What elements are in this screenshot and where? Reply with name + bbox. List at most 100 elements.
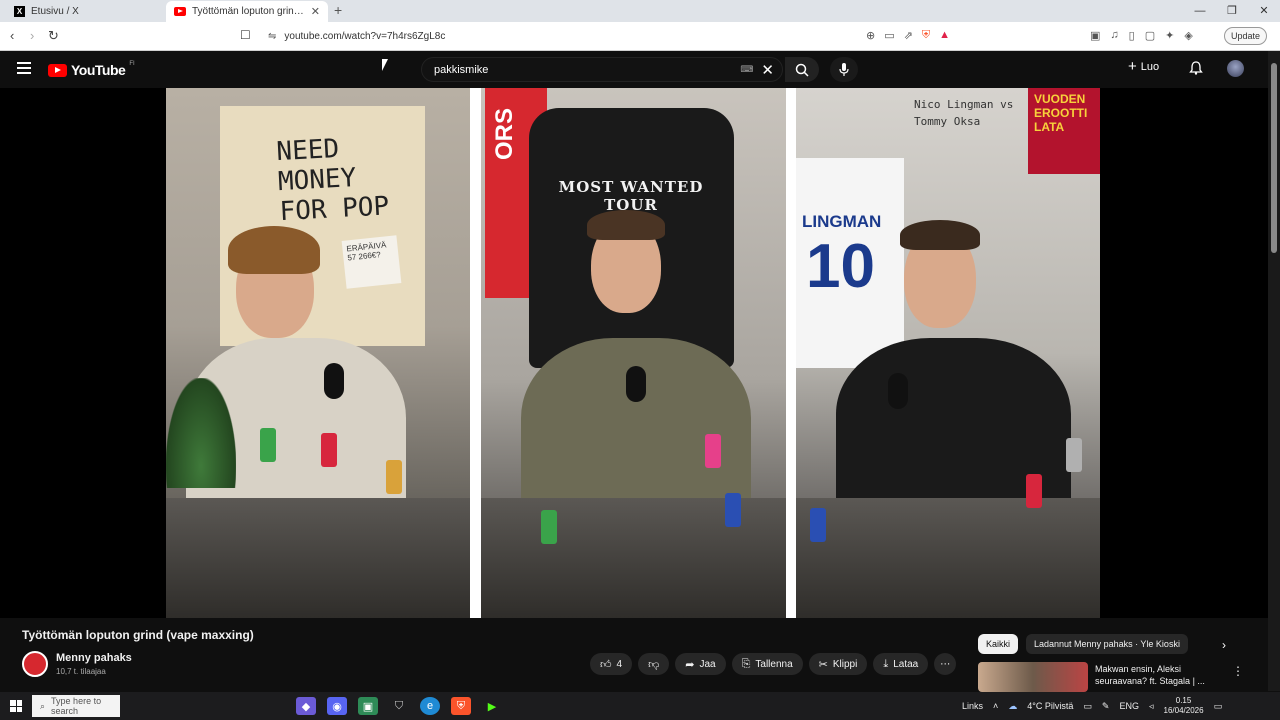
pen-icon[interactable]: ✎ — [1102, 701, 1110, 712]
page-scrollbar[interactable] — [1268, 51, 1280, 691]
close-window-icon[interactable]: ✕ — [1248, 0, 1280, 22]
search-button[interactable] — [785, 57, 819, 82]
video-title: Työttömän loputon grind (vape maxxing) — [22, 628, 254, 642]
like-button[interactable]: 👍︎ 4 — [590, 653, 633, 675]
address-bar-row: ‹ › ↻ ☐ ⇋ youtube.com/watch?v=7h4rs6ZgL8… — [0, 22, 1280, 51]
update-button[interactable]: Update — [1224, 27, 1268, 45]
clock[interactable]: 0.15 16/04/2026 — [1164, 696, 1204, 716]
banner-text: ORS — [491, 108, 518, 161]
energy-can — [1026, 474, 1042, 508]
channel-avatar[interactable] — [22, 651, 48, 677]
download-label: Lataa — [893, 658, 919, 670]
dislike-button[interactable]: 👎︎ — [638, 653, 670, 675]
recommendation-title[interactable]: Makwan ensin, Aleksi seuraavana? ft. Sta… — [1095, 663, 1215, 687]
network-icon[interactable]: ▭ — [1083, 701, 1092, 712]
download-button[interactable]: ⤓ Lataa — [873, 653, 929, 675]
wallet-icon[interactable]: ▢ — [1145, 29, 1155, 42]
video-player[interactable]: NEED MONEY FOR POP ERÄPÄIVÄ 57 266€? ORS… — [0, 88, 1268, 618]
save-label: Tallenna — [755, 658, 793, 670]
thumbs-up-icon: 👍︎ — [600, 658, 612, 671]
brave-rewards-icon[interactable]: ▲ — [939, 29, 950, 42]
table — [166, 498, 470, 618]
menu-icon[interactable] — [17, 62, 31, 74]
create-label: Luo — [1140, 61, 1160, 73]
podcast-mic — [626, 366, 646, 402]
vpn-icon[interactable]: ◈ — [1184, 29, 1192, 42]
window-controls: — ❐ ✕ — [1184, 0, 1280, 22]
energy-can — [260, 428, 276, 462]
pinned-apps: ◆ ◉ ▣ ⛉ e ⛨ ▶ — [296, 697, 502, 715]
kick-icon[interactable]: ▶ — [482, 697, 502, 715]
voice-search-button[interactable] — [830, 57, 858, 82]
share-button[interactable]: ➦ Jaa — [675, 653, 726, 675]
recommendation-menu-icon[interactable]: ⋮ — [1232, 664, 1244, 678]
reader-icon[interactable]: ▣ — [1090, 29, 1100, 42]
keyboard-icon[interactable]: ⌨ — [740, 64, 753, 75]
account-avatar[interactable] — [1227, 60, 1244, 77]
youtube-logo[interactable]: YouTube FI — [48, 61, 135, 78]
save-button[interactable]: ⎘ Tallenna — [731, 653, 803, 675]
translate-icon[interactable]: ⊕ — [866, 29, 875, 42]
recommendation-thumbnail[interactable] — [978, 662, 1088, 692]
windows-start-icon[interactable] — [10, 700, 22, 712]
minimize-icon[interactable]: — — [1184, 0, 1216, 22]
app-icon[interactable]: ▣ — [358, 697, 378, 715]
app-icon[interactable]: ◆ — [296, 697, 316, 715]
brave-icon[interactable]: ⛨ — [451, 697, 471, 715]
links-label[interactable]: Links — [962, 701, 983, 711]
notifications-center-icon[interactable]: ▭ — [1214, 701, 1223, 712]
filter-chips: Kaikki Ladannut Menny pahaks · Yle Kiosk… — [978, 634, 1188, 654]
share-icon[interactable]: ⇗ — [904, 29, 913, 42]
promo-poster: VUODEN EROOTTI LATA — [1028, 88, 1100, 174]
tab-label: Etusivu / X — [31, 6, 79, 17]
video-info: Työttömän loputon grind (vape maxxing) M… — [0, 618, 1268, 692]
taskbar-search-placeholder: Type here to search — [51, 696, 102, 716]
download-icon: ⤓ — [883, 657, 889, 670]
new-tab-button[interactable]: + — [334, 2, 342, 18]
cast-icon[interactable]: ▭ — [884, 29, 894, 42]
music-icon[interactable]: ♫ — [1110, 29, 1118, 42]
site-info-icon[interactable]: ⇋ — [268, 31, 276, 42]
create-button[interactable]: + Luo — [1128, 59, 1160, 74]
volume-icon[interactable]: ◃ — [1149, 701, 1154, 712]
chip-uploaded-by[interactable]: Ladannut Menny pahaks · Yle Kioski — [1026, 634, 1188, 654]
notifications-icon[interactable] — [1189, 61, 1203, 75]
video-actions: 👍︎ 4 👎︎ ➦ Jaa ⎘ Tallenna ✂ Klippi ⤓ Lataa ⋯ — [590, 653, 957, 675]
share-label: Jaa — [699, 658, 716, 670]
brave-shields-icon[interactable]: ⛨ — [922, 29, 930, 42]
forward-icon[interactable]: › — [30, 28, 34, 43]
app-icon[interactable]: ⛉ — [389, 697, 409, 715]
clear-search-icon[interactable]: ✕ — [761, 61, 774, 79]
browser-tab-bar: X Etusivu / X Työttömän loputon grind (v… — [0, 0, 1280, 22]
taskbar-search[interactable]: ⌕ Type here to search — [32, 695, 120, 717]
thumbs-down-icon: 👎︎ — [648, 658, 660, 671]
system-tray: Links ˄ ☁ 4°C Pilvistä ▭ ✎ ENG ◃ 0.15 16… — [962, 692, 1222, 720]
clock-time: 0.15 — [1175, 696, 1192, 705]
discord-icon[interactable]: ◉ — [327, 697, 347, 715]
more-actions-button[interactable]: ⋯ — [934, 653, 957, 675]
edge-icon[interactable]: e — [420, 697, 440, 715]
bookmark-icon[interactable]: ☐ — [240, 28, 251, 42]
reload-icon[interactable]: ↻ — [48, 28, 59, 44]
person-hair — [587, 210, 665, 240]
weather-text[interactable]: 4°C Pilvistä — [1027, 701, 1073, 711]
close-tab-icon[interactable]: ✕ — [311, 5, 320, 18]
leo-icon[interactable]: ✦ — [1165, 29, 1174, 42]
url-field[interactable]: ⇋ youtube.com/watch?v=7h4rs6ZgL8c — [258, 26, 858, 47]
scrollbar-thumb[interactable] — [1271, 63, 1277, 253]
chevron-right-icon[interactable]: › — [1222, 638, 1226, 652]
clip-button[interactable]: ✂ Klippi — [808, 653, 868, 675]
language-indicator[interactable]: ENG — [1119, 701, 1139, 711]
chip-all[interactable]: Kaikki — [978, 634, 1019, 654]
search-input[interactable]: pakkismike ⌨ ✕ — [421, 57, 783, 82]
maximize-icon[interactable]: ❐ — [1216, 0, 1248, 22]
channel-name[interactable]: Menny pahaks — [56, 652, 132, 664]
cloud-icon: ☁ — [1008, 700, 1018, 711]
chevron-up-icon[interactable]: ˄ — [993, 701, 998, 711]
back-icon[interactable]: ‹ — [10, 28, 14, 43]
wall-text-line: Nico Lingman vs — [914, 98, 1014, 111]
tab-youtube[interactable]: Työttömän loputon grind (vape... ✕ — [166, 1, 328, 22]
sidebar-icon[interactable]: ▯ — [1129, 29, 1135, 42]
tab-x[interactable]: X Etusivu / X — [6, 1, 164, 22]
more-icon: ⋯ — [940, 658, 951, 670]
